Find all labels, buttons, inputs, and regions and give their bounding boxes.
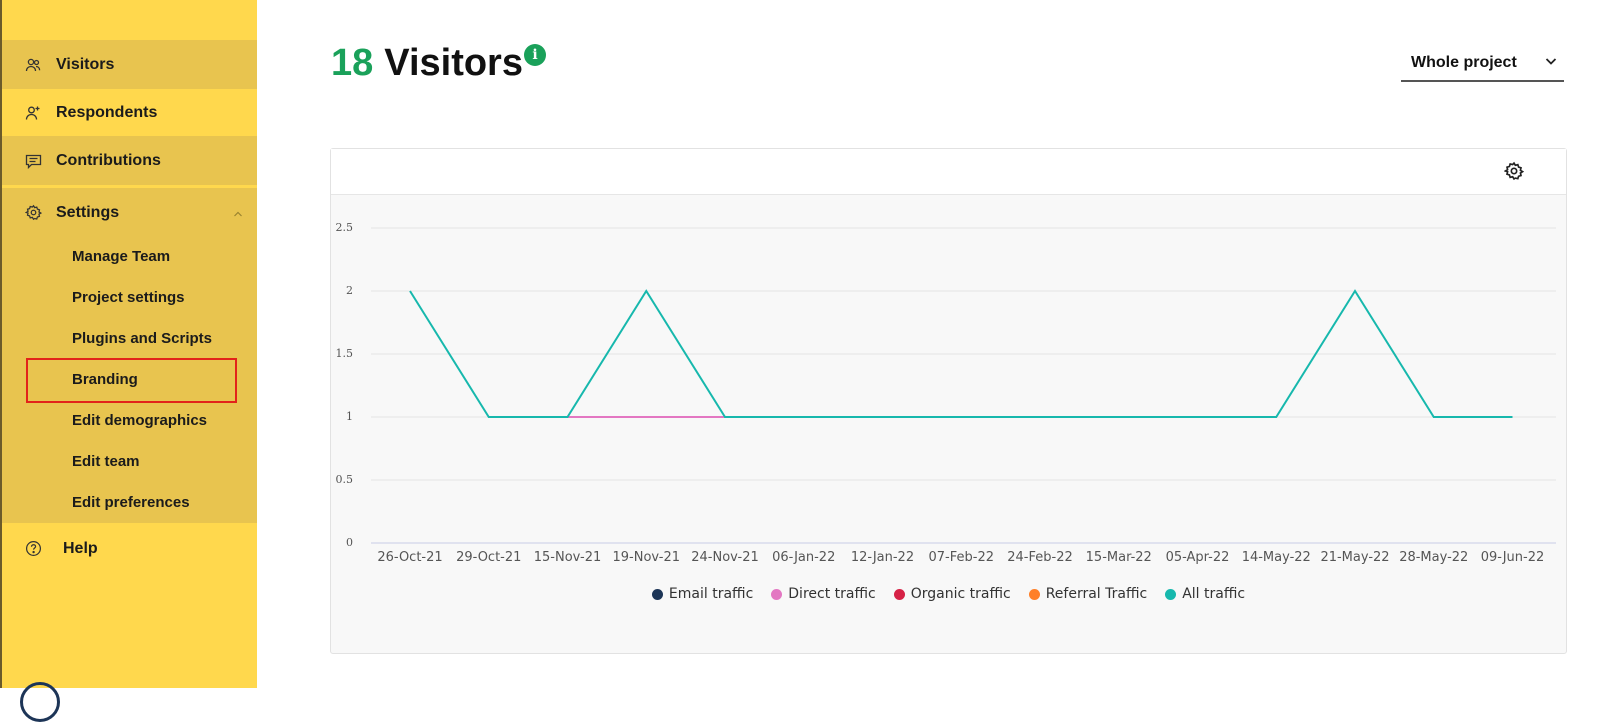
legend-label: Organic traffic [910, 586, 1011, 602]
legend-item[interactable]: Referral Traffic [1028, 586, 1148, 602]
sidebar: Visitors Respondents Contributions Setti… [0, 0, 257, 722]
x-tick-label: 24-Feb-22 [1007, 550, 1072, 565]
visitors-icon [24, 56, 42, 74]
chart-toolbar [331, 149, 1566, 195]
x-tick-label: 26-Oct-21 [377, 550, 442, 565]
sidebar-item-settings[interactable]: Settings [2, 188, 257, 237]
x-tick-label: 24-Nov-21 [691, 550, 759, 565]
submenu-item-project-settings[interactable]: Project settings [72, 277, 185, 318]
page-title: 18 Visitors [331, 42, 523, 85]
legend-label: Direct traffic [788, 586, 876, 602]
x-tick-label: 14-May-22 [1242, 550, 1311, 565]
chevron-up-icon [233, 206, 243, 217]
y-tick-label: 2.5 [336, 221, 354, 234]
submenu-item-edit-demographics[interactable]: Edit demographics [72, 400, 207, 441]
chart-settings-gear-icon[interactable] [1503, 161, 1526, 183]
submenu-item-edit-preferences[interactable]: Edit preferences [72, 482, 190, 523]
x-tick-label: 09-Jun-22 [1481, 550, 1545, 565]
x-tick-label: 29-Oct-21 [456, 550, 521, 565]
add-user-icon [24, 104, 42, 122]
legend-marker [1028, 588, 1040, 600]
sidebar-item-label: Visitors [56, 55, 115, 73]
legend-marker [651, 588, 663, 600]
comments-icon [24, 152, 42, 170]
legend-marker [1165, 588, 1177, 600]
page-title-label: Visitors [384, 42, 523, 84]
legend-item[interactable]: Email traffic [651, 586, 754, 602]
visitors-chart-card: 0 0.5 1 1.5 2 2.5 26-Oct-21 29-Oct-21 15-Nov-21 1… [330, 148, 1567, 654]
x-tick-label: 06-Jan-22 [772, 550, 835, 565]
legend-item[interactable]: Direct traffic [771, 586, 876, 602]
x-tick-label: 07-Feb-22 [929, 550, 994, 565]
scope-select[interactable]: Whole project [1401, 46, 1564, 82]
sidebar-item-label: Contributions [56, 151, 161, 169]
chevron-down-icon [1544, 54, 1558, 73]
y-tick-label: 0 [346, 536, 353, 549]
legend-marker [893, 588, 905, 600]
submenu-item-plugins-and-scripts[interactable]: Plugins and Scripts [72, 318, 212, 359]
visitor-count: 18 [331, 42, 374, 84]
submenu-item-manage-team[interactable]: Manage Team [72, 236, 170, 277]
x-tick-label: 05-Apr-22 [1166, 550, 1230, 565]
x-tick-label: 19-Nov-21 [613, 550, 681, 565]
chart-legend: Email traffic Direct traffic Organic traff… [331, 586, 1566, 602]
sidebar-item-help[interactable]: Help [2, 524, 257, 573]
sidebar-item-label: Help [63, 539, 98, 557]
sidebar-item-visitors[interactable]: Visitors [2, 40, 257, 89]
gear-icon [24, 204, 42, 222]
submenu-item-edit-team[interactable]: Edit team [72, 441, 140, 482]
legend-label: All traffic [1182, 586, 1246, 602]
legend-marker [771, 588, 783, 600]
y-tick-label: 1.5 [336, 347, 354, 360]
sidebar-item-contributions[interactable]: Contributions [2, 136, 257, 185]
avatar[interactable] [20, 682, 60, 722]
sidebar-item-label: Settings [56, 203, 120, 221]
legend-label: Referral Traffic [1045, 586, 1148, 602]
x-tick-label: 28-May-22 [1399, 550, 1468, 565]
sidebar-item-label: Respondents [56, 103, 158, 121]
legend-item[interactable]: Organic traffic [893, 586, 1011, 602]
x-tick-label: 21-May-22 [1320, 550, 1389, 565]
y-tick-label: 2 [346, 284, 353, 297]
branding-highlight-box [26, 358, 237, 403]
scope-select-value: Whole project [1411, 54, 1517, 71]
visitors-line-chart: 0 0.5 1 1.5 2 2.5 26-Oct-21 29-Oct-21 15-Nov-21 1… [336, 221, 1556, 565]
legend-label: Email traffic [668, 586, 754, 602]
y-tick-label: 0.5 [336, 473, 354, 486]
x-tick-label: 12-Jan-22 [851, 550, 914, 565]
legend-item[interactable]: All traffic [1165, 586, 1245, 602]
info-icon[interactable]: i [524, 44, 546, 66]
x-tick-label: 15-Nov-21 [534, 550, 602, 565]
sidebar-item-respondents[interactable]: Respondents [2, 88, 257, 137]
y-tick-label: 1 [346, 410, 353, 423]
x-tick-label: 15-Mar-22 [1086, 550, 1152, 565]
help-icon [24, 540, 42, 558]
